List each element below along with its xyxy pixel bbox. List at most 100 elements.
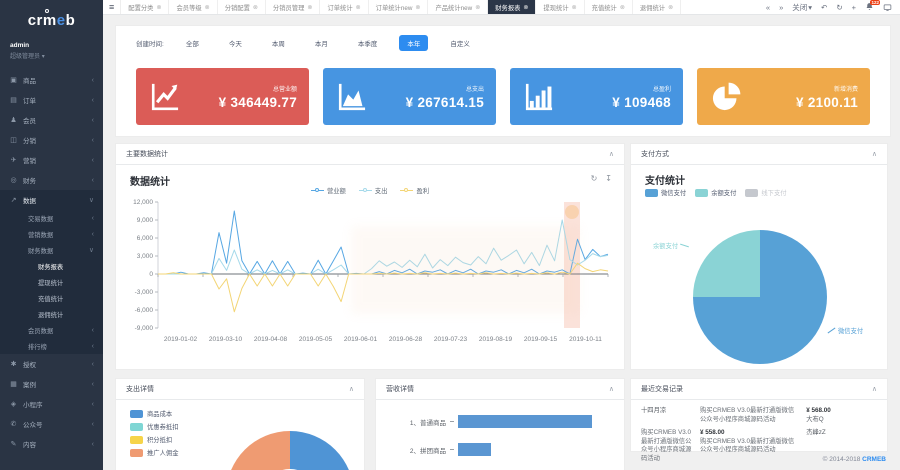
filter-week[interactable]: 本周 bbox=[264, 35, 293, 51]
legend-promoter-commission[interactable]: 推广人佣金 bbox=[130, 448, 178, 457]
leader-line bbox=[827, 327, 836, 334]
tab-close-icon[interactable]: ⊗ bbox=[356, 4, 361, 11]
tab-close-icon[interactable]: ⊗ bbox=[156, 4, 161, 11]
user-role-dropdown[interactable]: 超级管理员 ▾ bbox=[10, 51, 93, 60]
sidebar-item-members[interactable]: ♟ 会员 ‹ bbox=[0, 110, 103, 130]
tab-order-stats[interactable]: 订单统计 ⊗ bbox=[320, 0, 369, 14]
sidebar-item-withdraw-stats[interactable]: 提现统计 bbox=[0, 274, 103, 290]
sidebar-item-cases[interactable]: ▦ 案例 ‹ bbox=[0, 374, 103, 394]
sidebar-item-finance-data[interactable]: 财务数据 ∨ bbox=[0, 242, 103, 258]
filter-month[interactable]: 本月 bbox=[307, 35, 336, 51]
filter-year[interactable]: 本年 bbox=[399, 35, 429, 51]
sidebar-item-distribution[interactable]: ◫ 分销 ‹ bbox=[0, 130, 103, 150]
payment-pie[interactable] bbox=[693, 230, 827, 364]
chevron-left-icon: ‹ bbox=[91, 342, 94, 350]
sidebar-item-auth[interactable]: ✱ 授权 ‹ bbox=[0, 354, 103, 374]
close-tabs-dropdown[interactable]: 关闭 ▾ bbox=[792, 2, 812, 13]
filter-all[interactable]: 全部 bbox=[178, 35, 207, 51]
sidebar-item-official-account[interactable]: ✆ 公众号 ‹ bbox=[0, 414, 103, 434]
tab-finance-report[interactable]: 财务报表 ⊗ bbox=[488, 0, 537, 14]
tab-close-icon[interactable]: ⊗ bbox=[523, 4, 528, 11]
sidebar-item-finance[interactable]: ◎ 财务 ‹ bbox=[0, 170, 103, 190]
tab-product-stats-new[interactable]: 产品统计new ⊗ bbox=[428, 0, 489, 14]
scroll-tabs-left-icon[interactable]: « bbox=[766, 3, 770, 12]
sidebar-item-marketing[interactable]: ✈ 营销 ‹ bbox=[0, 150, 103, 170]
legend-coupon-deduction[interactable]: 优惠券抵扣 bbox=[130, 422, 178, 431]
sidebar-item-rebate-stats[interactable]: 退佣统计 bbox=[0, 306, 103, 322]
filter-custom[interactable]: 自定义 bbox=[442, 35, 478, 51]
collapse-icon[interactable]: ∧ bbox=[609, 150, 614, 158]
legend-offline-pay[interactable]: 线下支付 bbox=[745, 188, 787, 197]
tab-close-icon[interactable]: ⊗ bbox=[253, 4, 258, 11]
transaction-user: 大布Q bbox=[806, 415, 824, 423]
sidebar-item-orders[interactable]: ▤ 订单 ‹ bbox=[0, 90, 103, 110]
tab-recharge-stats[interactable]: 充值统计 ⊗ bbox=[585, 0, 633, 14]
sidebar-item-finance-report[interactable]: 财务报表 bbox=[0, 258, 103, 274]
add-icon[interactable]: + bbox=[852, 3, 856, 12]
svg-text:-3,000: -3,000 bbox=[135, 289, 154, 296]
chart-refresh-icon[interactable]: ↻ bbox=[591, 174, 598, 183]
revenue-bar[interactable] bbox=[458, 443, 492, 456]
legend-turnover[interactable]: 营业额 bbox=[310, 186, 346, 195]
sidebar-item-data[interactable]: ↗ 数据 ∨ bbox=[0, 190, 103, 210]
date-filter: 创建时间: 全部 今天 本周 本月 本季度 本年 自定义 bbox=[116, 26, 890, 51]
tab-close-icon[interactable]: ⊗ bbox=[205, 4, 210, 11]
collapse-icon[interactable]: ∧ bbox=[872, 385, 877, 393]
tab-rebate-stats[interactable]: 退佣统计 ⊗ bbox=[633, 0, 682, 14]
collapse-icon[interactable]: ∧ bbox=[872, 150, 877, 158]
hamburger-icon[interactable]: ≡ bbox=[103, 0, 122, 14]
tab-distributor-manage[interactable]: 分销员管理 ⊗ bbox=[266, 0, 321, 14]
sidebar-item-trade-data[interactable]: 交易数据 ‹ bbox=[0, 210, 103, 226]
logo-accent: e bbox=[56, 11, 66, 29]
stat-label: 总支出 bbox=[465, 86, 484, 93]
tab-close-icon[interactable]: ⊗ bbox=[307, 4, 312, 11]
sidebar-item-content[interactable]: ✎ 内容 ‹ bbox=[0, 434, 103, 454]
legend-expense[interactable]: 支出 bbox=[358, 186, 387, 195]
refresh-icon[interactable]: ↻ bbox=[836, 3, 842, 12]
fullscreen-monitor-icon[interactable] bbox=[883, 3, 892, 12]
line-chart-plot-area[interactable]: 12,000 9,000 6,000 3,000 0 -3,000 -6,000 -9,000… bbox=[122, 196, 620, 364]
tab-member-level[interactable]: 会员等级 ⊗ bbox=[169, 0, 218, 14]
back-icon[interactable]: ↶ bbox=[821, 3, 827, 12]
legend-wechat-pay[interactable]: 微信支付 bbox=[645, 188, 686, 197]
brand-link[interactable]: CRMEB bbox=[862, 456, 886, 463]
expense-donut[interactable] bbox=[226, 431, 354, 470]
expense-panel: 支出详情 ∧ 商品成本 优惠券抵扣 积分抵扣 推广人佣金 bbox=[115, 378, 365, 470]
scroll-tabs-right-icon[interactable]: » bbox=[779, 3, 783, 12]
sidebar-item-marketing-data[interactable]: 营销数据 ‹ bbox=[0, 226, 103, 242]
pie-label-wechat: 微信支付 bbox=[827, 326, 863, 335]
legend-swatch bbox=[745, 188, 759, 197]
tab-withdraw-stats[interactable]: 提现统计 ⊗ bbox=[536, 0, 585, 14]
svg-text:-9,000: -9,000 bbox=[135, 325, 154, 332]
tab-close-icon[interactable]: ⊗ bbox=[620, 4, 625, 11]
notifications-bell-icon[interactable]: 122 bbox=[865, 0, 880, 13]
content-icon: ✎ bbox=[10, 441, 17, 448]
goods-icon: ▣ bbox=[10, 77, 17, 84]
sidebar-item-ranking[interactable]: 排行榜 ‹ bbox=[0, 338, 103, 354]
tab-distribution-config[interactable]: 分销配置 ⊗ bbox=[218, 0, 266, 14]
collapse-icon[interactable]: ∧ bbox=[349, 385, 354, 393]
legend-profit[interactable]: 盈利 bbox=[400, 186, 429, 195]
tab-close-icon[interactable]: ⊗ bbox=[415, 4, 420, 11]
sidebar-menu: ▣ 商品 ‹ ▤ 订单 ‹ ♟ 会员 ‹ ◫ 分销 ‹ ✈ 营销 ‹ ◎ 财务 ‹ ↗ 数据 ∨ 交易数据 ‹… bbox=[0, 70, 103, 454]
panel-title: 最近交易记录 bbox=[641, 386, 683, 393]
chart-download-icon[interactable]: ↧ bbox=[605, 174, 612, 183]
filter-quarter[interactable]: 本季度 bbox=[350, 35, 386, 51]
legend-balance-pay[interactable]: 余额支付 bbox=[695, 188, 736, 197]
legend-points-deduction[interactable]: 积分抵扣 bbox=[130, 435, 178, 444]
revenue-bar[interactable] bbox=[458, 415, 592, 428]
sidebar-item-miniprogram[interactable]: ◈ 小程序 ‹ bbox=[0, 394, 103, 414]
sidebar-item-recharge-stats[interactable]: 充值统计 bbox=[0, 290, 103, 306]
tab-close-icon[interactable]: ⊗ bbox=[572, 4, 577, 11]
sidebar-item-member-data[interactable]: 会员数据 ‹ bbox=[0, 322, 103, 338]
cases-icon: ▦ bbox=[10, 381, 17, 388]
tab-config-category[interactable]: 配置分类 ⊗ bbox=[121, 0, 170, 14]
app-logo[interactable]: crm e b bbox=[0, 0, 103, 40]
collapse-icon[interactable]: ∧ bbox=[609, 385, 614, 393]
tab-close-icon[interactable]: ⊗ bbox=[475, 4, 480, 11]
filter-today[interactable]: 今天 bbox=[221, 35, 250, 51]
legend-goods-cost[interactable]: 商品成本 bbox=[130, 409, 178, 418]
tab-close-icon[interactable]: ⊗ bbox=[668, 4, 673, 11]
sidebar-item-goods[interactable]: ▣ 商品 ‹ bbox=[0, 70, 103, 90]
tab-order-stats-new[interactable]: 订单统计new ⊗ bbox=[369, 0, 429, 14]
